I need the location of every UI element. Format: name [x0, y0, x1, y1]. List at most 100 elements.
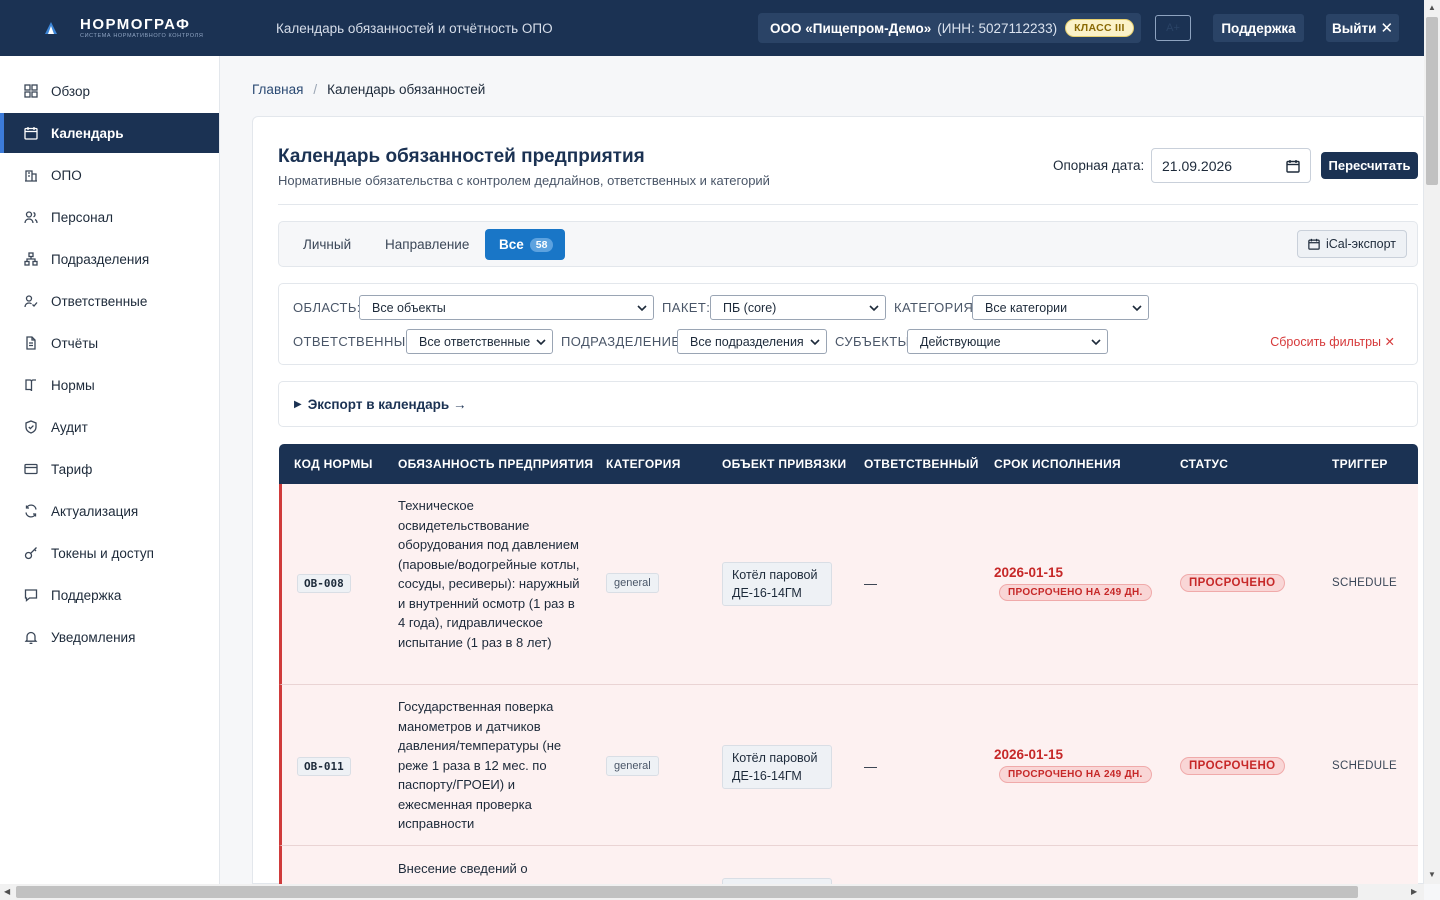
- sidebar-item-reports[interactable]: Отчёты: [0, 323, 219, 363]
- document-icon: [24, 336, 38, 350]
- sidebar-item-support[interactable]: Поддержка: [0, 575, 219, 615]
- sidebar-item-divisions[interactable]: Подразделения: [0, 239, 219, 279]
- sidebar-item-overview[interactable]: Обзор: [0, 71, 219, 111]
- sidebar: Обзор Календарь ОПО Персонал Подразделен…: [0, 56, 220, 884]
- hazard-class-badge: КЛАСС III: [1065, 19, 1134, 37]
- column-header[interactable]: СРОК ИСПОЛНЕНИЯ: [994, 457, 1121, 471]
- chevron-down-icon: [536, 339, 546, 346]
- tab-all-count-badge: 58: [529, 237, 554, 252]
- duty-text: Внесение сведений о: [398, 861, 528, 876]
- sidebar-item-label: ОПО: [51, 167, 82, 183]
- scroll-down-arrow-icon[interactable]: ▼: [1428, 870, 1436, 879]
- organization-pill[interactable]: ООО «Пищепром-Демо» (ИНН: 5027112233) КЛ…: [758, 13, 1141, 43]
- reset-filters-link[interactable]: Сбросить фильтры ✕: [1270, 334, 1395, 349]
- filter-responsible-label: ОТВЕТСТВЕННЫЙ:: [293, 334, 420, 349]
- reference-date-input[interactable]: 21.09.2026: [1151, 148, 1311, 183]
- status-badge: ПРОСРОЧЕНО: [1180, 574, 1285, 592]
- duty-text: Техническое освидетельствование оборудов…: [398, 498, 580, 650]
- reference-date-label: Опорная дата:: [1053, 158, 1145, 173]
- filter-package-select[interactable]: ПБ (core): [710, 295, 886, 320]
- sidebar-item-responsible[interactable]: Ответственные: [0, 281, 219, 321]
- sidebar-item-norms[interactable]: Нормы: [0, 365, 219, 405]
- divider: [278, 204, 1418, 205]
- horizontal-scroll-thumb[interactable]: [16, 886, 1358, 898]
- card-icon: [24, 462, 38, 476]
- logo-subtitle: СИСТЕМА НОРМАТИВНОГО КОНТРОЛЯ: [80, 32, 204, 39]
- sidebar-item-update[interactable]: Актуализация: [0, 491, 219, 531]
- scope-tabs: Личный Направление Все 58 iCal-экспорт: [278, 221, 1418, 267]
- export-calendar-toggle[interactable]: ▶ Экспорт в календарь →: [278, 381, 1418, 427]
- due-cell: 2026-01-15 ПРОСРОЧЕНО НА 249 ДН.: [994, 747, 1152, 783]
- sidebar-item-staff[interactable]: Персонал: [0, 197, 219, 237]
- sidebar-item-audit[interactable]: Аудит: [0, 407, 219, 447]
- tab-personal[interactable]: Личный: [303, 229, 351, 260]
- column-header[interactable]: ОТВЕТСТВЕННЫЙ: [864, 457, 979, 471]
- sidebar-item-tariff[interactable]: Тариф: [0, 449, 219, 489]
- breadcrumb-separator: /: [313, 82, 318, 97]
- column-header[interactable]: ОБЪЕКТ ПРИВЯЗКИ: [722, 457, 846, 471]
- vertical-scrollbar[interactable]: ▲ ▼: [1424, 0, 1440, 884]
- accessibility-button[interactable]: A+: [1155, 15, 1191, 41]
- sidebar-item-tokens[interactable]: Токены и доступ: [0, 533, 219, 573]
- page-subtitle: Нормативные обязательства с контролем де…: [278, 173, 770, 188]
- sidebar-item-label: Уведомления: [51, 629, 136, 645]
- column-header[interactable]: ТРИГГЕР: [1332, 457, 1388, 471]
- sidebar-item-opo[interactable]: ОПО: [0, 155, 219, 195]
- due-date: 2026-01-15: [994, 747, 1064, 762]
- calendar-icon: [24, 126, 38, 140]
- scroll-right-arrow-icon[interactable]: ▶: [1411, 887, 1417, 896]
- calendar-icon[interactable]: [1286, 159, 1300, 173]
- caret-right-icon: ▶: [294, 398, 302, 410]
- logo[interactable]: НОРМОГРАФ СИСТЕМА НОРМАТИВНОГО КОНТРОЛЯ: [44, 15, 274, 40]
- logout-button[interactable]: Выйти ✕: [1326, 14, 1399, 42]
- key-icon: [24, 546, 38, 560]
- table-header: КОД НОРМЫ ОБЯЗАННОСТЬ ПРЕДПРИЯТИЯ КАТЕГО…: [279, 444, 1418, 484]
- filter-category-select[interactable]: Все категории: [972, 295, 1149, 320]
- sidebar-item-notifications[interactable]: Уведомления: [0, 617, 219, 657]
- tab-direction[interactable]: Направление: [385, 229, 469, 260]
- sidebar-item-label: Календарь: [51, 125, 124, 141]
- filter-division-label: ПОДРАЗДЕЛЕНИЕ:: [561, 334, 685, 349]
- scroll-left-arrow-icon[interactable]: ◀: [4, 887, 10, 896]
- column-header[interactable]: КАТЕГОРИЯ: [606, 457, 681, 471]
- trigger-value: SCHEDULE: [1332, 577, 1398, 589]
- building-icon: [24, 168, 38, 182]
- top-bar: НОРМОГРАФ СИСТЕМА НОРМАТИВНОГО КОНТРОЛЯ …: [0, 0, 1424, 56]
- bell-icon: [24, 630, 38, 644]
- table-row[interactable]: OB-011 Государственная поверка манометро…: [279, 685, 1418, 846]
- tab-all[interactable]: Все 58: [485, 229, 565, 260]
- column-header[interactable]: ОБЯЗАННОСТЬ ПРЕДПРИЯТИЯ: [398, 457, 593, 471]
- ical-export-button[interactable]: iCal-экспорт: [1297, 230, 1407, 258]
- filter-area-select[interactable]: Все объекты: [359, 295, 654, 320]
- breadcrumb-home-link[interactable]: Главная: [252, 82, 303, 97]
- org-name: ООО «Пищепром-Демо»: [770, 20, 932, 36]
- book-icon: [24, 378, 38, 392]
- tab-all-label: Все: [499, 237, 524, 252]
- horizontal-scrollbar[interactable]: ◀ ▶: [0, 884, 1424, 900]
- vertical-scroll-thumb[interactable]: [1426, 17, 1438, 185]
- overdue-badge: ПРОСРОЧЕНО НА 249 ДН.: [999, 766, 1152, 783]
- sidebar-item-label: Токены и доступ: [51, 545, 154, 561]
- table-row[interactable]: OB-008 Техническое освидетельствование о…: [279, 484, 1418, 685]
- sidebar-item-label: Актуализация: [51, 503, 139, 519]
- overdue-badge: ПРОСРОЧЕНО НА 249 ДН.: [999, 584, 1152, 601]
- sidebar-item-calendar[interactable]: Календарь: [0, 113, 219, 153]
- chevron-down-icon: [637, 305, 647, 312]
- breadcrumb: Главная / Календарь обязанностей: [252, 82, 485, 97]
- filter-subjects-select[interactable]: Действующие: [907, 329, 1108, 354]
- filter-category-value: Все категории: [985, 300, 1068, 315]
- column-header[interactable]: КОД НОРМЫ: [294, 457, 373, 471]
- support-button[interactable]: Поддержка: [1213, 14, 1304, 42]
- recalculate-button[interactable]: Пересчитать: [1321, 152, 1418, 179]
- reference-date-value: 21.09.2026: [1162, 157, 1233, 174]
- scroll-up-arrow-icon[interactable]: ▲: [1428, 3, 1436, 12]
- chevron-down-icon: [1132, 305, 1142, 312]
- chat-icon: [24, 588, 38, 602]
- filter-responsible-select[interactable]: Все ответственные: [406, 329, 553, 354]
- category-tag: general: [606, 573, 659, 593]
- sidebar-item-label: Отчёты: [51, 335, 99, 351]
- hierarchy-icon: [24, 252, 38, 266]
- filter-division-select[interactable]: Все подразделения: [677, 329, 827, 354]
- logo-name: НОРМОГРАФ: [80, 15, 191, 33]
- column-header[interactable]: СТАТУС: [1180, 457, 1228, 471]
